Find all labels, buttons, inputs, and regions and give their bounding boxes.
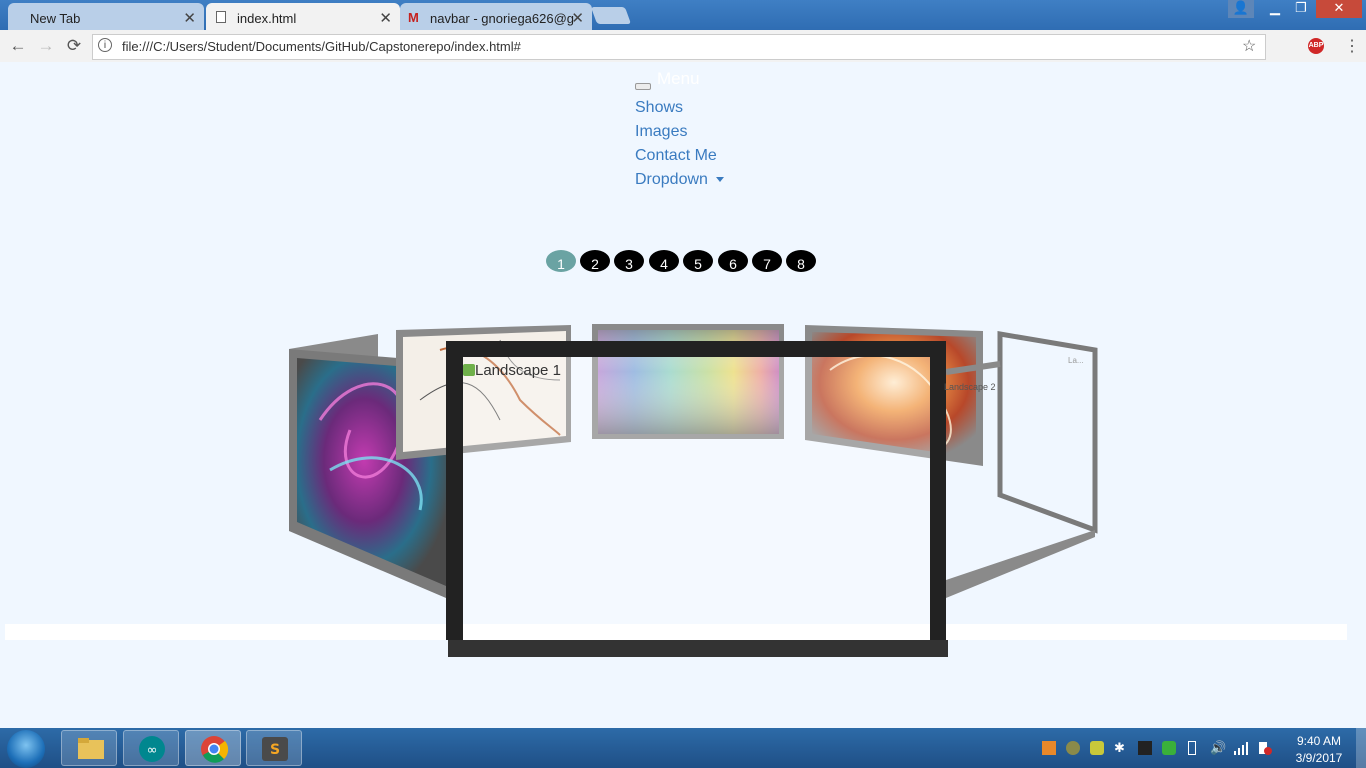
carousel-front-left-edge	[446, 624, 463, 640]
carousel-front-bottom	[448, 640, 948, 657]
taskbar-sublime[interactable]: S	[246, 730, 302, 766]
taskbar-explorer[interactable]	[61, 730, 117, 766]
clock-date: 3/9/2017	[1295, 751, 1343, 765]
broken-image-landscape-1: Landscape 1	[463, 362, 561, 379]
image-alt-far-right: La...	[1068, 356, 1084, 365]
image-alt-text: Landscape 1	[475, 362, 561, 379]
image-alt-landscape-2: Landscape 2	[944, 382, 996, 392]
tray-app-icon[interactable]	[1042, 741, 1056, 755]
svg-text:S: S	[270, 742, 280, 758]
folder-icon	[78, 738, 104, 759]
bluetooth-icon[interactable]: ✱	[1114, 741, 1128, 755]
tray-display-icon[interactable]	[1138, 741, 1152, 755]
broken-image-icon	[463, 364, 475, 376]
show-desktop-button[interactable]	[1356, 728, 1366, 768]
tray-update-icon[interactable]	[1066, 741, 1080, 755]
start-button[interactable]	[7, 730, 45, 768]
svg-text:∞: ∞	[147, 743, 158, 758]
battery-icon[interactable]	[1188, 741, 1196, 755]
tray-check-icon[interactable]	[1162, 741, 1176, 755]
system-clock[interactable]: 9:40 AM 3/9/2017	[1284, 733, 1354, 767]
clock-time: 9:40 AM	[1296, 734, 1342, 748]
arduino-icon: ∞	[139, 736, 165, 762]
action-center-icon[interactable]	[1258, 741, 1272, 755]
volume-icon[interactable]: 🔊	[1210, 741, 1226, 755]
taskbar-arduino[interactable]: ∞	[123, 730, 179, 766]
carousel-front-right-edge	[930, 624, 946, 640]
taskbar-chrome[interactable]	[185, 730, 241, 766]
page-footer-strip	[5, 624, 1347, 640]
chrome-icon	[201, 736, 229, 763]
tray-security-icon[interactable]	[1090, 741, 1104, 755]
sublime-icon: S	[262, 737, 288, 761]
network-icon[interactable]	[1234, 741, 1248, 755]
carousel-panel-front[interactable]	[446, 341, 948, 657]
